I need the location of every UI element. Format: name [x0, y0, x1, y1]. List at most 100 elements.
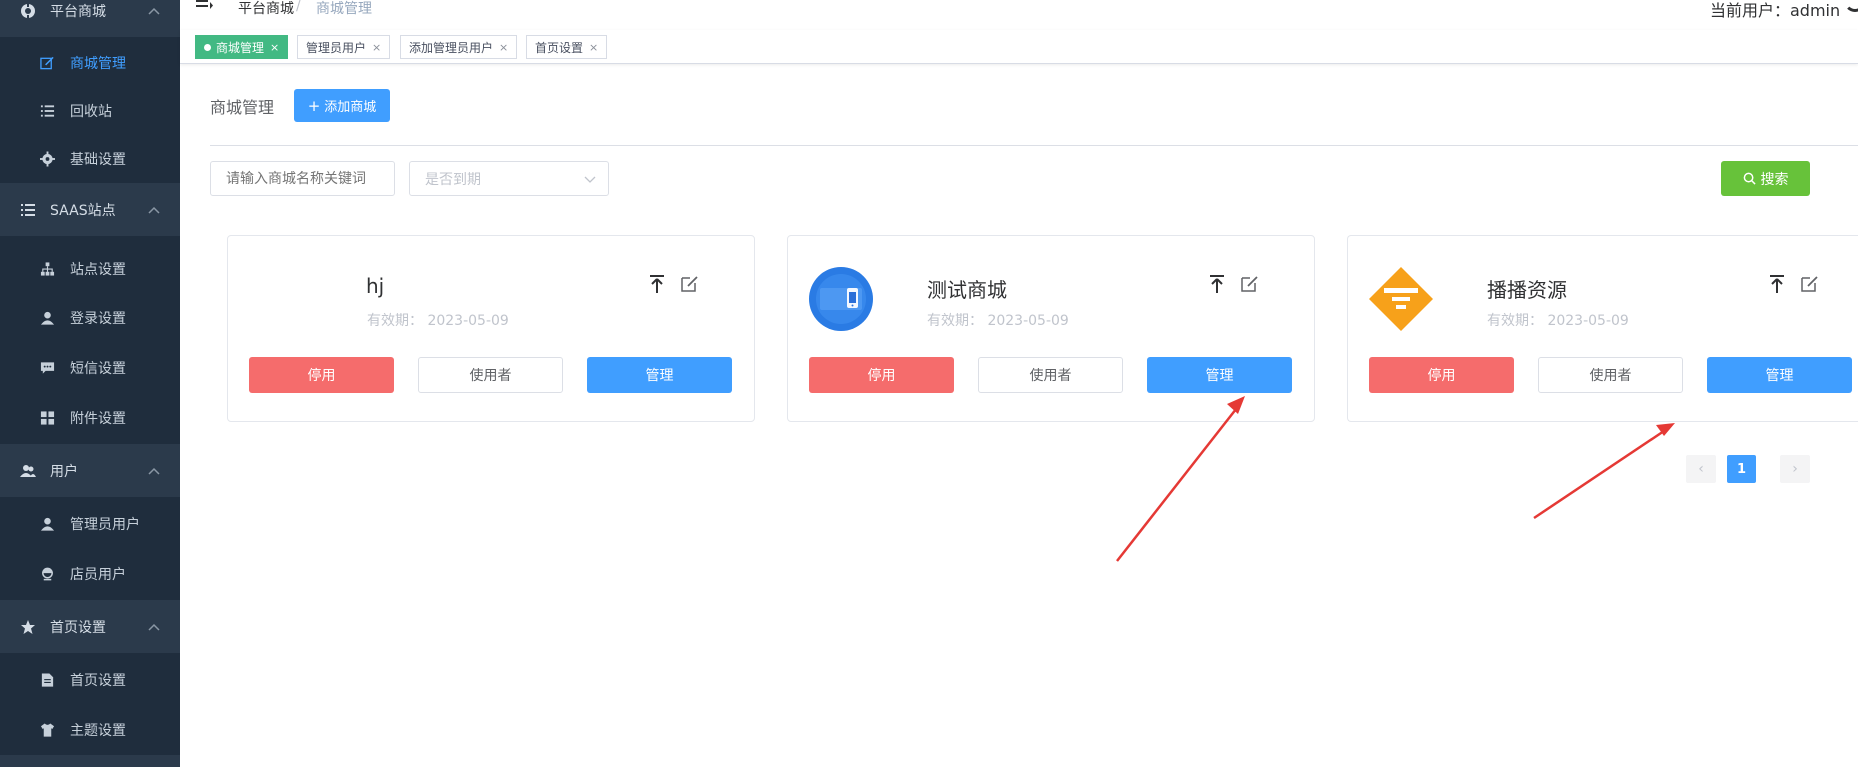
validity-date: 2023-05-09 [987, 313, 1069, 329]
edit-icon[interactable] [680, 274, 699, 293]
mall-name: 播播资源 [1487, 278, 1567, 302]
sidebar-item-label: 管理员用户 [70, 517, 140, 533]
orange-diamond-logo [1369, 267, 1433, 331]
users-button[interactable]: 使用者 [418, 357, 563, 393]
close-icon[interactable]: × [270, 41, 279, 54]
sidebar-item-label: 回收站 [70, 104, 112, 120]
mall-card: 测试商城 有效期： 2023-05-09 停用 使用者 管理 [787, 235, 1315, 422]
sidebar-item-recycle-bin[interactable]: 回收站 [0, 86, 180, 136]
sidebar-item-sms-settings[interactable]: 短信设置 [0, 343, 180, 393]
tag-homepage-settings[interactable]: 首页设置 × [526, 35, 608, 59]
expire-select-placeholder: 是否到期 [425, 171, 481, 188]
grid-icon [40, 411, 55, 425]
mall-name-search-input[interactable] [210, 161, 395, 196]
sidebar-item-basic-settings[interactable]: 基础设置 [0, 134, 180, 184]
sidebar-group-platform-mall[interactable]: 平台商城 [0, 0, 180, 37]
tag-admin-users[interactable]: 管理员用户 × [297, 35, 391, 59]
sidebar: 平台商城 商城管理 回收站 基础设置 SAAS站点 站点设置 登录设置 短信设置… [0, 0, 180, 767]
sidebar-item-site-settings[interactable]: 站点设置 [0, 244, 180, 294]
disable-button[interactable]: 停用 [809, 357, 954, 393]
sidebar-group-cutoff [0, 755, 180, 767]
sidebar-item-label: 附件设置 [70, 411, 126, 427]
chevron-up-icon [148, 7, 160, 15]
edit-icon[interactable] [1800, 274, 1819, 293]
validity-date: 2023-05-09 [1547, 313, 1629, 329]
pin-to-top-icon[interactable] [1208, 274, 1226, 294]
sidebar-item-label: 登录设置 [70, 311, 126, 327]
user-icon [40, 311, 55, 325]
users-icon [20, 464, 36, 477]
sidebar-item-clerk-users[interactable]: 店员用户 [0, 549, 180, 599]
hamburger-icon[interactable] [196, 0, 214, 14]
validity-label: 有效期： [367, 313, 423, 329]
sidebar-item-label: 短信设置 [70, 361, 126, 377]
mall-validity: 有效期： 2023-05-09 [1487, 310, 1629, 330]
close-icon[interactable]: × [372, 41, 381, 54]
next-page-button[interactable]: › [1780, 455, 1810, 483]
star-icon [21, 619, 35, 634]
top-navbar: 平台商城 / 商城管理 当前用户：admin [180, 0, 1858, 30]
sidebar-item-label: 基础设置 [70, 152, 126, 168]
store-icon [21, 2, 35, 19]
disable-button[interactable]: 停用 [1369, 357, 1514, 393]
manage-button[interactable]: 管理 [1147, 357, 1292, 393]
sidebar-item-mall-management[interactable]: 商城管理 [0, 38, 180, 88]
blue-app-logo [809, 267, 873, 331]
page-number-button[interactable]: 1 [1727, 455, 1756, 483]
tag-add-admin-user[interactable]: 添加管理员用户 × [400, 35, 518, 59]
disable-button[interactable]: 停用 [249, 357, 394, 393]
shirt-icon [40, 723, 55, 737]
search-button-label: 搜索 [1760, 171, 1789, 188]
breadcrumb-current: 商城管理 [316, 1, 372, 17]
add-mall-button[interactable]: + 添加商城 [294, 89, 390, 122]
prev-page-button[interactable]: ‹ [1686, 455, 1716, 483]
users-button[interactable]: 使用者 [1538, 357, 1683, 393]
search-button[interactable]: 搜索 [1721, 161, 1810, 196]
sidebar-group-homepage[interactable]: 首页设置 [0, 600, 180, 653]
sidebar-group-label: 用户 [50, 463, 78, 480]
chevron-up-icon [148, 206, 160, 214]
chevron-up-icon [148, 467, 160, 475]
close-icon[interactable]: × [499, 41, 508, 54]
clerk-icon [41, 567, 54, 581]
active-dot-icon [204, 43, 211, 51]
close-icon[interactable]: × [589, 41, 598, 54]
search-icon [1743, 172, 1756, 185]
tag-mall-management[interactable]: 商城管理 × [195, 35, 289, 59]
expire-status-select[interactable]: 是否到期 [409, 161, 609, 196]
sidebar-item-admin-users[interactable]: 管理员用户 [0, 499, 180, 549]
mall-validity: 有效期： 2023-05-09 [927, 310, 1069, 330]
chevron-up-icon [148, 623, 160, 631]
sidebar-group-saas[interactable]: SAAS站点 [0, 183, 180, 236]
sidebar-item-label: 店员用户 [70, 567, 126, 583]
sidebar-item-homepage-settings[interactable]: 首页设置 [0, 655, 180, 705]
mall-card: hj 有效期： 2023-05-09 停用 使用者 管理 [227, 235, 755, 422]
sidebar-group-label: SAAS站点 [50, 202, 116, 219]
manage-button[interactable]: 管理 [587, 357, 732, 393]
add-mall-button-label: 添加商城 [324, 100, 377, 115]
sidebar-group-users[interactable]: 用户 [0, 444, 180, 497]
edit-icon [40, 56, 54, 70]
sidebar-item-label: 站点设置 [70, 262, 126, 278]
list-icon [21, 203, 35, 216]
sidebar-item-attachment-settings[interactable]: 附件设置 [0, 393, 180, 443]
avatar[interactable] [1844, 0, 1858, 12]
sidebar-item-label: 商城管理 [70, 56, 126, 72]
tags-view: 商城管理 × 管理员用户 × 添加管理员用户 × 首页设置 × [180, 30, 1858, 64]
chevron-down-icon [584, 176, 596, 183]
sidebar-group-label: 首页设置 [50, 619, 106, 636]
validity-label: 有效期： [1487, 313, 1543, 329]
edit-icon[interactable] [1240, 274, 1259, 293]
sitemap-icon [40, 262, 55, 276]
sidebar-item-label: 首页设置 [70, 673, 126, 689]
manage-button[interactable]: 管理 [1707, 357, 1852, 393]
users-button[interactable]: 使用者 [978, 357, 1123, 393]
sidebar-item-label: 主题设置 [70, 723, 126, 739]
sidebar-item-theme-settings[interactable]: 主题设置 [0, 705, 180, 755]
sidebar-item-login-settings[interactable]: 登录设置 [0, 293, 180, 343]
pin-to-top-icon[interactable] [648, 274, 666, 294]
current-user-label: 当前用户：admin [1710, 1, 1841, 20]
document-icon [41, 673, 54, 687]
breadcrumb-root[interactable]: 平台商城 [238, 0, 294, 18]
pin-to-top-icon[interactable] [1768, 274, 1786, 294]
